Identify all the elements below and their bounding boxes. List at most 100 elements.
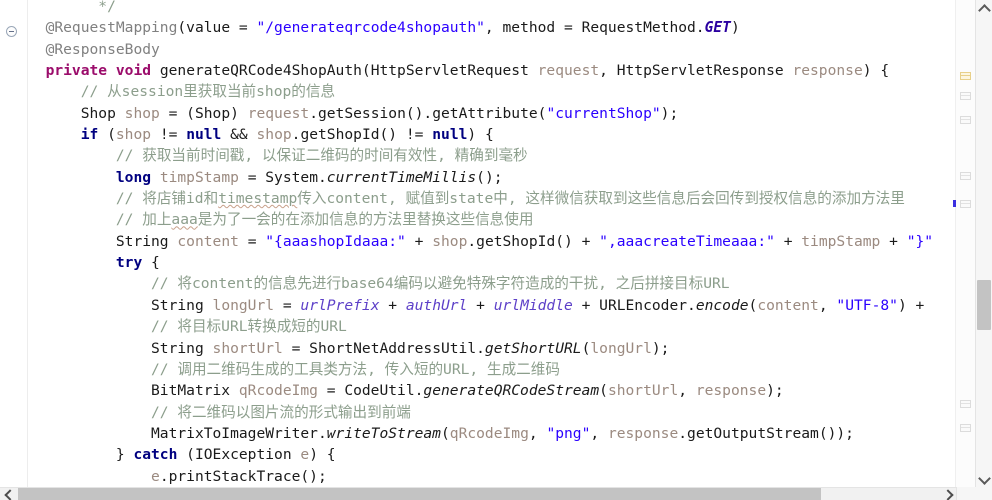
code-line: } catch (IOException e) { <box>28 444 933 465</box>
scroll-right-button[interactable] <box>939 488 956 500</box>
chevron-left-icon <box>4 489 16 500</box>
vertical-scrollbar-thumb[interactable] <box>977 280 991 330</box>
code-marker[interactable] <box>960 172 971 180</box>
code-token: (); <box>476 168 503 186</box>
code-line: if (shop != null && shop.getShopId() != … <box>28 124 933 145</box>
code-token: null <box>186 126 222 144</box>
code-marker[interactable] <box>960 424 971 432</box>
code-token: = <box>274 296 301 314</box>
code-token: shop <box>256 126 292 144</box>
code-token: generateQRCodeStream <box>423 382 600 400</box>
code-token: void <box>115 62 152 80</box>
code-token: // 获取当前时间戳, 以保证二维码的时间有效性, 精确到毫秒 <box>115 147 528 165</box>
code-token: (IOException <box>177 446 301 464</box>
code-token: ( <box>599 382 608 400</box>
scrollbar-corner <box>956 487 992 500</box>
code-token: private <box>45 62 108 80</box>
spellcheck-squiggle: aaa <box>171 211 198 229</box>
code-text-area[interactable]: */ @RequestMapping(value = "/generateqrc… <box>28 0 956 487</box>
code-token: */ <box>98 0 116 15</box>
code-token: method <box>502 19 556 37</box>
code-marker[interactable] <box>960 200 971 208</box>
code-token: "UTF-8" <box>836 296 898 314</box>
code-line: // 将目标URL转换成短的URL <box>28 316 933 337</box>
horizontal-scrollbar[interactable] <box>0 487 992 500</box>
code-line: MatrixToImageWriter.writeToStream(qRcode… <box>28 423 933 444</box>
code-token: authUrl <box>405 296 468 314</box>
code-token: try <box>115 254 143 272</box>
marker-strip[interactable] <box>953 0 976 487</box>
code-marker[interactable] <box>960 92 971 100</box>
code-token: response <box>607 424 679 442</box>
code-token: // 加上aaa是为了一会的在添加信息的方法里替换这些信息使用 <box>115 211 534 229</box>
code-line: String shortUrl = ShortNetAddressUtil.ge… <box>28 338 933 359</box>
code-line: // 将店铺id和timestamp传入content, 赋值到state中, … <box>28 188 933 209</box>
code-marker[interactable] <box>960 72 971 80</box>
scroll-down-button[interactable] <box>976 470 992 487</box>
code-token: MatrixToImageWriter. <box>151 424 327 442</box>
code-token: longUrl <box>212 296 275 314</box>
code-token: shortUrl <box>607 382 679 400</box>
code-token: shop <box>124 104 160 122</box>
code-token: qRcodeImg <box>238 382 318 400</box>
code-token: writeToStream <box>326 424 441 442</box>
code-token: getShortURL <box>484 339 582 357</box>
code-token: // 将content的信息先进行base64编码以避免特殊字符造成的干扰, 之… <box>151 275 730 293</box>
code-token: + <box>467 296 494 314</box>
scroll-left-button[interactable] <box>0 488 17 500</box>
vertical-scrollbar[interactable] <box>975 0 992 487</box>
code-token: encode <box>695 296 749 314</box>
code-token: "{aaashopIdaaa:" <box>265 232 406 250</box>
scroll-up-button[interactable] <box>976 0 992 17</box>
code-token: timpStamp <box>159 168 239 186</box>
code-token: null <box>432 126 468 144</box>
code-token: ) { <box>309 446 336 464</box>
code-line: e.printStackTrace(); <box>28 466 933 487</box>
chevron-down-icon <box>978 472 991 485</box>
code-line: private void generateQRCode4ShopAuth(Htt… <box>28 60 933 81</box>
code-token: qRcodeImg <box>449 424 529 442</box>
chevron-up-icon <box>978 4 991 17</box>
code-token: ( <box>177 19 187 37</box>
code-token: + URLEncoder. <box>572 296 696 314</box>
code-token: + <box>405 232 433 250</box>
code-token: longUrl <box>590 339 652 357</box>
fold-collapse-icon[interactable] <box>6 26 17 37</box>
code-token: .printStackTrace(); <box>159 467 327 485</box>
horizontal-scrollbar-thumb[interactable] <box>18 488 821 500</box>
code-token: .getShopId() + <box>467 232 600 250</box>
code-token: String <box>151 339 213 357</box>
code-token: generateQRCode4ShopAuth(HttpServletReque… <box>151 62 538 80</box>
code-line: // 获取当前时间戳, 以保证二维码的时间有效性, 精确到毫秒 <box>28 145 933 166</box>
code-token: = <box>555 19 582 37</box>
code-token: ) + <box>897 296 925 314</box>
code-token: "currentShop" <box>546 104 661 122</box>
code-marker[interactable] <box>960 116 971 124</box>
code-token: { <box>142 254 160 272</box>
code-token: ); <box>651 339 670 357</box>
code-token: "png" <box>546 424 591 442</box>
code-token: , <box>528 424 547 442</box>
code-token: request <box>247 104 310 122</box>
code-line: try { <box>28 252 933 273</box>
code-token: @ResponseBody <box>45 40 160 58</box>
code-token: RequestMethod. <box>581 19 705 37</box>
code-token: shop <box>115 126 152 144</box>
code-token: value <box>186 19 231 37</box>
code-token: if <box>80 126 99 144</box>
code-token: .getSession().getAttribute( <box>309 104 547 122</box>
code-token: response <box>695 382 767 400</box>
code-token: GET <box>704 19 731 37</box>
code-line: // 将二维码以图片流的形式输出到前端 <box>28 402 933 423</box>
code-marker[interactable] <box>960 400 971 408</box>
